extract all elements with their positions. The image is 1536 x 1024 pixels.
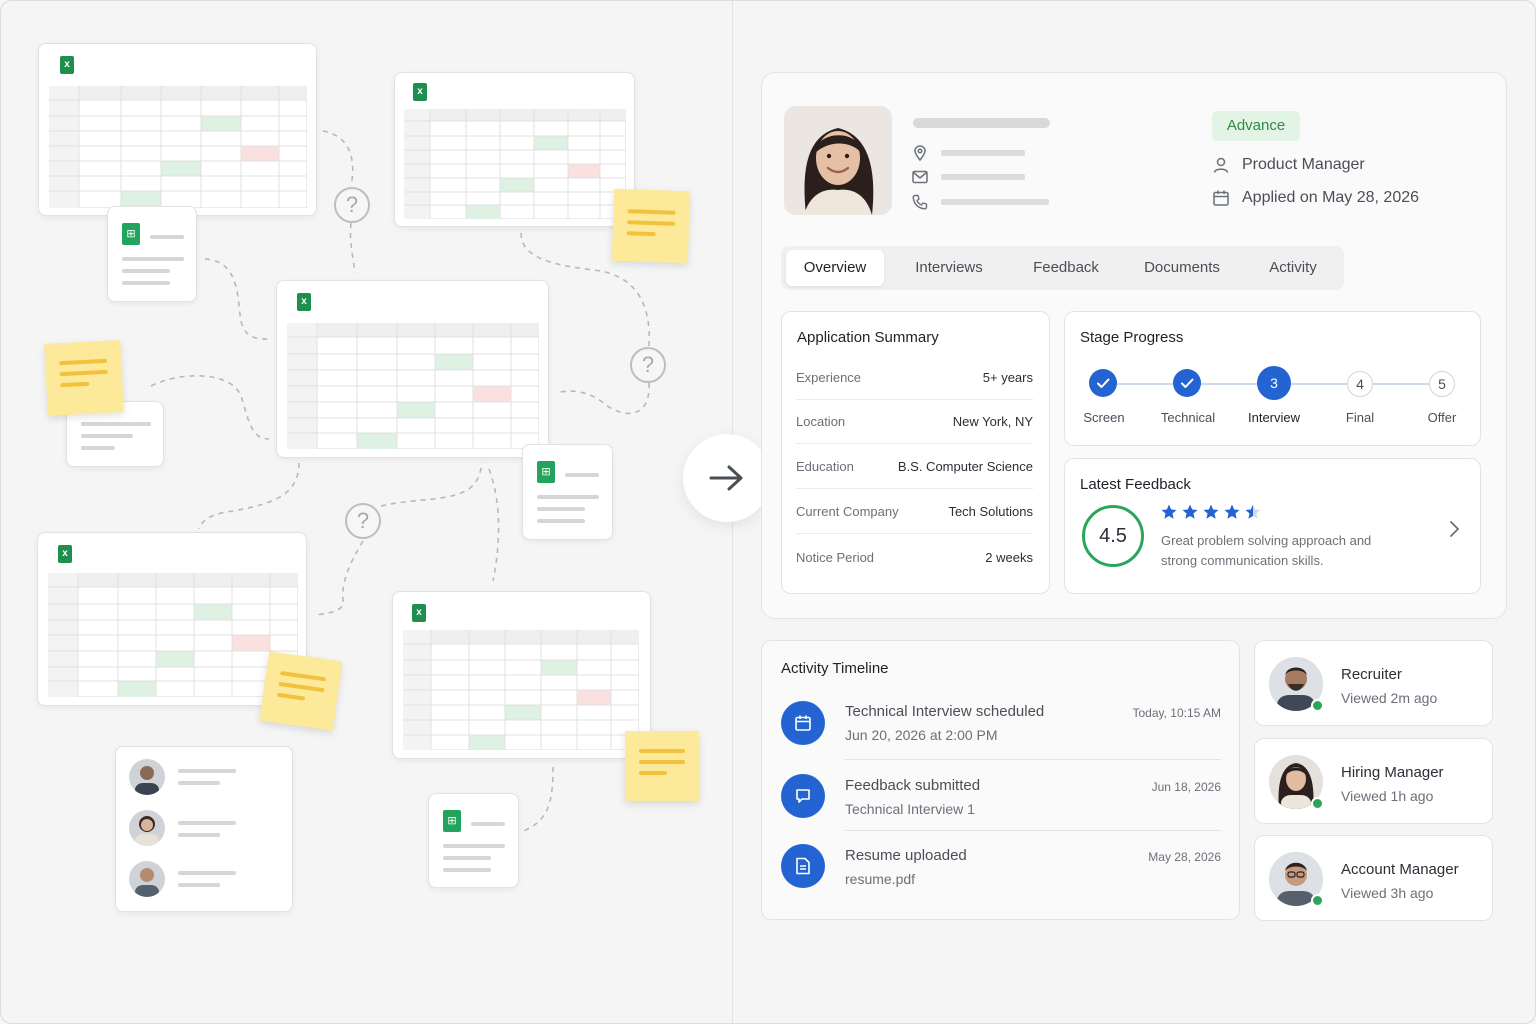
- avatar-icon: [129, 861, 165, 897]
- question-icon: ?: [630, 347, 666, 383]
- contact-list-card: [115, 746, 293, 912]
- sheet-file-card: ⊞: [428, 793, 519, 888]
- document-icon: [781, 844, 825, 888]
- tab-activity[interactable]: Activity: [1251, 250, 1335, 286]
- spreadsheet-grid: [403, 630, 639, 750]
- candidate-photo: [784, 106, 892, 215]
- timeline-item[interactable]: Resume uploaded resume.pdf May 28, 2026: [762, 833, 1239, 903]
- viewer-card-hiring-manager[interactable]: Hiring Manager Viewed 1h ago: [1254, 738, 1493, 824]
- summary-row: Experience 5+ years: [796, 356, 1033, 400]
- spreadsheet-grid: [287, 323, 539, 449]
- card-title: Latest Feedback: [1080, 476, 1191, 493]
- online-status-dot: [1311, 894, 1324, 907]
- stage-label: Final: [1345, 410, 1375, 425]
- profile-tabs: Overview Interviews Feedback Documents A…: [781, 246, 1344, 290]
- sticky-note: [625, 731, 699, 801]
- excel-icon: x: [297, 293, 311, 311]
- excel-icon: x: [413, 83, 427, 101]
- star-icon: [1224, 504, 1240, 519]
- spreadsheet-grid: [48, 573, 298, 697]
- viewer-card-account-manager[interactable]: Account Manager Viewed 3h ago: [1254, 835, 1493, 921]
- star-icon: [1182, 504, 1198, 519]
- excel-icon: x: [60, 56, 74, 74]
- feedback-text: strong communication skills.: [1161, 553, 1324, 568]
- application-summary-card: Application Summary Experience 5+ years L…: [781, 311, 1050, 594]
- card-title: Activity Timeline: [781, 660, 889, 677]
- stage-step-technical[interactable]: [1173, 369, 1201, 397]
- sticky-note: [611, 188, 691, 264]
- tab-documents[interactable]: Documents: [1129, 250, 1235, 286]
- calendar-icon: [1213, 190, 1229, 206]
- google-sheets-icon: ⊞: [122, 223, 140, 245]
- star-icon: [1245, 504, 1261, 519]
- name-placeholder: [913, 118, 1050, 128]
- star-icon: [1161, 504, 1177, 519]
- check-icon: [1097, 378, 1110, 388]
- stage-step-interview[interactable]: 3: [1257, 366, 1291, 400]
- tab-overview[interactable]: Overview: [786, 250, 884, 286]
- summary-row: Notice Period 2 weeks: [796, 549, 1033, 565]
- spreadsheet-grid: [49, 86, 307, 208]
- stage-step-screen[interactable]: [1089, 369, 1117, 397]
- applied-date: Applied on May 28, 2026: [1242, 189, 1420, 206]
- summary-row: Location New York, NY: [796, 400, 1033, 444]
- stage-label: Interview: [1247, 410, 1301, 425]
- transform-arrow-button: [683, 434, 771, 522]
- location-icon: [914, 145, 926, 161]
- question-icon: ?: [334, 187, 370, 223]
- card-title: Application Summary: [797, 329, 939, 346]
- person-icon: [1213, 157, 1229, 173]
- stage-label: Screen: [1083, 410, 1125, 425]
- spreadsheet-card: x: [276, 280, 549, 458]
- excel-icon: x: [412, 604, 426, 622]
- spreadsheet-card: x: [392, 591, 651, 759]
- stage-label: Technical: [1160, 410, 1216, 425]
- app-frame: x x x x x ⊞ ⊞ ⊞ ? ? ? Advance Product Ma…: [0, 0, 1536, 1024]
- activity-timeline-card: Activity Timeline Technical Interview sc…: [761, 640, 1240, 920]
- google-sheets-icon: ⊞: [537, 461, 555, 483]
- chevron-right-icon[interactable]: [1448, 520, 1460, 538]
- viewer-card-recruiter[interactable]: Recruiter Viewed 2m ago: [1254, 640, 1493, 726]
- timeline-item[interactable]: Technical Interview scheduled Jun 20, 20…: [762, 689, 1239, 761]
- stage-label: Offer: [1427, 410, 1457, 425]
- tab-interviews[interactable]: Interviews: [897, 250, 1001, 286]
- online-status-dot: [1311, 699, 1324, 712]
- star-icon: [1203, 504, 1219, 519]
- phone-icon: [912, 194, 928, 210]
- stage-step-offer[interactable]: 5: [1429, 371, 1455, 397]
- arrow-right-icon: [709, 465, 743, 491]
- spreadsheet-card: x: [38, 43, 317, 216]
- google-sheets-icon: ⊞: [443, 810, 461, 832]
- excel-icon: x: [58, 545, 72, 563]
- sheet-file-card: ⊞: [522, 444, 613, 540]
- avatar-icon: [129, 759, 165, 795]
- sticky-note: [44, 340, 124, 416]
- stage-badge[interactable]: Advance: [1212, 111, 1300, 141]
- tab-feedback[interactable]: Feedback: [1019, 250, 1113, 286]
- check-icon: [1181, 378, 1194, 388]
- calendar-icon: [781, 701, 825, 745]
- summary-row: Education B.S. Computer Science: [796, 445, 1033, 489]
- spreadsheet-grid: [404, 109, 626, 219]
- sheet-file-card: ⊞: [107, 206, 197, 302]
- score-ring: 4.5: [1082, 505, 1144, 567]
- timeline-item[interactable]: Feedback submitted Technical Interview 1…: [762, 763, 1239, 833]
- feedback-text: Great problem solving approach and: [1161, 533, 1372, 548]
- email-icon: [912, 170, 928, 184]
- job-title: Product Manager: [1242, 156, 1365, 173]
- spreadsheet-card: x: [394, 72, 635, 227]
- summary-row: Current Company Tech Solutions: [796, 490, 1033, 534]
- avatar-icon: [129, 810, 165, 846]
- stage-progress-card: Stage Progress Screen Technical 3 Interview…: [1064, 311, 1481, 446]
- latest-feedback-card[interactable]: Latest Feedback 4.5 Great problem solvin…: [1064, 458, 1481, 594]
- star-rating: [1160, 503, 1265, 523]
- online-status-dot: [1311, 797, 1324, 810]
- chat-icon: [781, 774, 825, 818]
- question-icon: ?: [345, 503, 381, 539]
- stage-step-final[interactable]: 4: [1347, 371, 1373, 397]
- sticky-note: [259, 651, 343, 731]
- card-title: Stage Progress: [1080, 329, 1184, 346]
